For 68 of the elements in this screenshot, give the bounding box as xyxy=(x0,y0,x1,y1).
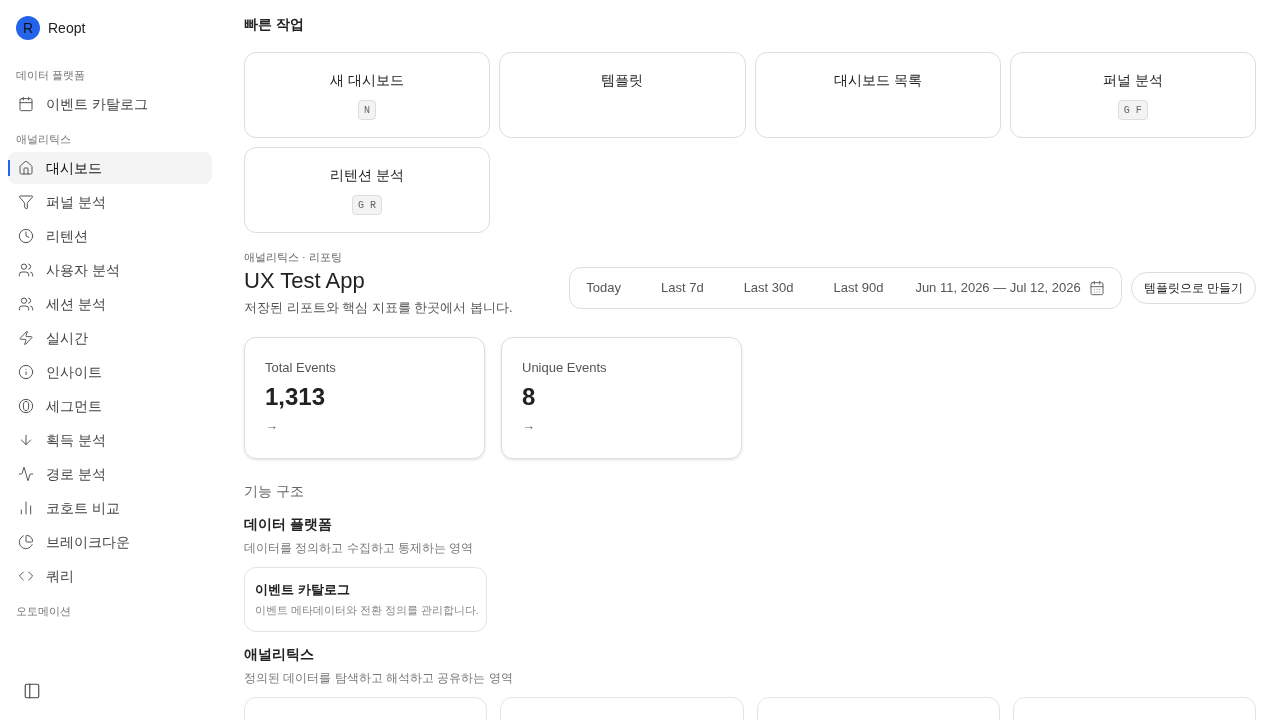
group-title: 데이터 플랫폼 xyxy=(244,515,333,534)
bar-chart-icon xyxy=(18,500,34,516)
shortcut-key: N xyxy=(358,100,377,120)
metric-label: Total Events xyxy=(265,359,337,377)
shortcut-key: G R xyxy=(352,195,383,215)
range-option[interactable]: Last 30d xyxy=(735,273,802,303)
quick-action-card[interactable]: 대시보드 목록 xyxy=(754,52,1001,138)
page-subtitle: 저장된 리포트와 핵심 지표를 한곳에서 봅니다. xyxy=(244,298,513,317)
group-description: 정의된 데이터를 탐색하고 해석하고 공유하는 영역 xyxy=(244,670,514,687)
feature-title: 이벤트 카탈로그 xyxy=(255,581,351,599)
section-label: 오토메이션 xyxy=(15,603,72,619)
globe-icon xyxy=(18,398,34,414)
sidebar-item[interactable]: 리텐션 xyxy=(8,220,212,252)
calendar-icon[interactable] xyxy=(1088,280,1105,296)
page-title: UX Test App xyxy=(244,266,366,295)
group-title: 애널리틱스 xyxy=(244,645,315,664)
date-range[interactable]: Jun 11, 2026 — Jul 12, 2026 xyxy=(915,278,1081,298)
sidebar-item[interactable]: 경로 분석 xyxy=(8,458,212,490)
quick-action-card[interactable]: 리텐션 분석 G R xyxy=(244,147,491,233)
code-icon xyxy=(18,568,34,584)
clock-icon xyxy=(18,228,34,244)
sidebar-item[interactable]: 쿼리 xyxy=(8,560,212,592)
sidebar-item[interactable]: 세션 분석 xyxy=(8,288,212,320)
sidebar-item[interactable]: 사용자 분석 xyxy=(8,254,212,286)
quick-action-card[interactable]: 새 대시보드 N xyxy=(244,52,491,138)
pie-chart-icon xyxy=(18,534,34,550)
metric-card[interactable]: Total Events 1,313 → xyxy=(244,337,485,459)
section-label: 애널리틱스 xyxy=(15,131,72,147)
sidebar-item[interactable]: 대시보드 xyxy=(8,152,212,184)
metric-label: Unique Events xyxy=(522,359,608,377)
info-icon xyxy=(18,364,34,380)
house-icon xyxy=(18,160,34,176)
shortcut-key: G F xyxy=(1117,100,1148,120)
range-option[interactable]: Last 7d xyxy=(652,273,712,303)
sidebar-item[interactable]: 획득 분석 xyxy=(8,424,212,456)
brand-name: Reopt xyxy=(48,19,86,38)
group-description: 데이터를 정의하고 수집하고 통제하는 영역 xyxy=(244,540,475,557)
sidebar-item[interactable]: 퍼널 분석 xyxy=(8,186,212,218)
users-icon xyxy=(18,296,34,312)
sidebar-item[interactable]: 브레이크다운 xyxy=(8,526,212,558)
range-option[interactable]: Today xyxy=(578,273,629,303)
users-icon xyxy=(18,262,34,278)
sidebar-toggle-icon[interactable] xyxy=(23,682,41,700)
metric-value: 1,313 xyxy=(265,381,327,412)
funnel-icon xyxy=(18,194,34,210)
sidebar-item[interactable]: 이벤트 카탈로그 xyxy=(8,88,212,120)
section-title: 빠른 작업 xyxy=(244,15,305,34)
range-option[interactable]: Last 90d xyxy=(825,273,892,303)
sidebar-item[interactable]: 실시간 xyxy=(8,322,212,354)
calendar-icon xyxy=(18,96,34,112)
pulse-icon xyxy=(18,466,34,482)
sidebar-item[interactable]: 인사이트 xyxy=(8,356,212,388)
sidebar-item[interactable]: 세그먼트 xyxy=(8,390,212,422)
breadcrumb: 애널리틱스 · 리포팅 xyxy=(244,250,343,265)
quick-action-card[interactable]: 템플릿 xyxy=(499,52,746,138)
metric-arrow: → xyxy=(265,416,278,435)
sidebar-item[interactable]: 코호트 비교 xyxy=(8,492,212,524)
metric-value: 8 xyxy=(522,381,537,412)
quick-action-card[interactable]: 퍼널 분석 G F xyxy=(1009,52,1256,138)
avatar: R xyxy=(16,16,40,40)
metric-card[interactable]: Unique Events 8 → xyxy=(501,337,742,459)
metric-arrow: → xyxy=(522,416,535,435)
arrow-down-icon xyxy=(18,432,34,448)
section-heading: 기능 구조 xyxy=(244,482,305,501)
feature-card[interactable]: 이벤트 카탈로그 이벤트 메타데이터와 전환 정의를 관리합니다. xyxy=(244,567,488,632)
lightning-icon xyxy=(18,330,34,346)
feature-description: 이벤트 메타데이터와 전환 정의를 관리합니다. xyxy=(255,602,479,618)
section-label: 데이터 플랫폼 xyxy=(15,67,87,83)
